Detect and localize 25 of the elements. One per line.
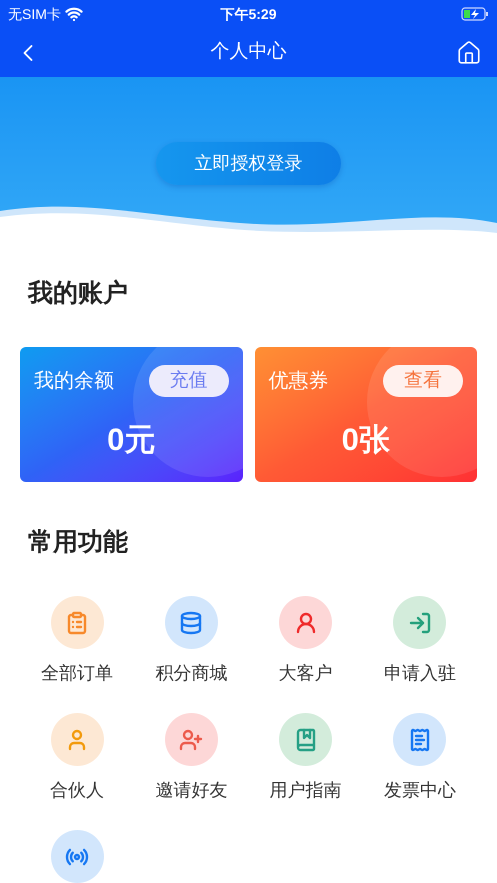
feature-label[interactable]: 邀请好友 <box>155 777 228 804</box>
carrier-text: 无SIM卡 <box>8 4 61 24</box>
login-button[interactable]: 立即授权登录 <box>156 142 341 185</box>
section-title: 常用功能 <box>27 526 129 558</box>
battery-icon <box>461 7 489 21</box>
home-icon <box>456 40 482 66</box>
wifi-icon <box>64 5 83 23</box>
feature-label[interactable]: 合伙人 <box>50 777 104 804</box>
page-title: 个人中心 <box>210 40 286 64</box>
card-label: 优惠券 <box>268 368 328 394</box>
feature-label[interactable]: 大客户 <box>278 660 333 687</box>
card-value: 0张 <box>340 420 391 458</box>
feature-label[interactable]: 全部订单 <box>41 660 114 687</box>
enter-icon <box>408 610 432 634</box>
card-value: 0元 <box>106 420 156 458</box>
add-user-icon <box>179 728 204 752</box>
clock-text: 下午5:29 <box>220 4 277 24</box>
card-label: 我的余额 <box>34 368 114 394</box>
feature-label[interactable]: 发票中心 <box>384 777 456 804</box>
coin-stack-icon <box>179 610 204 634</box>
section-title: 我的账户 <box>26 278 129 309</box>
feature-label[interactable]: 申请入驻 <box>384 660 456 687</box>
account-card[interactable]: 我的余额 充值 0元 <box>20 346 242 482</box>
feature-label[interactable]: 积分商城 <box>155 660 228 687</box>
feature-label[interactable]: 用户指南 <box>270 777 342 804</box>
